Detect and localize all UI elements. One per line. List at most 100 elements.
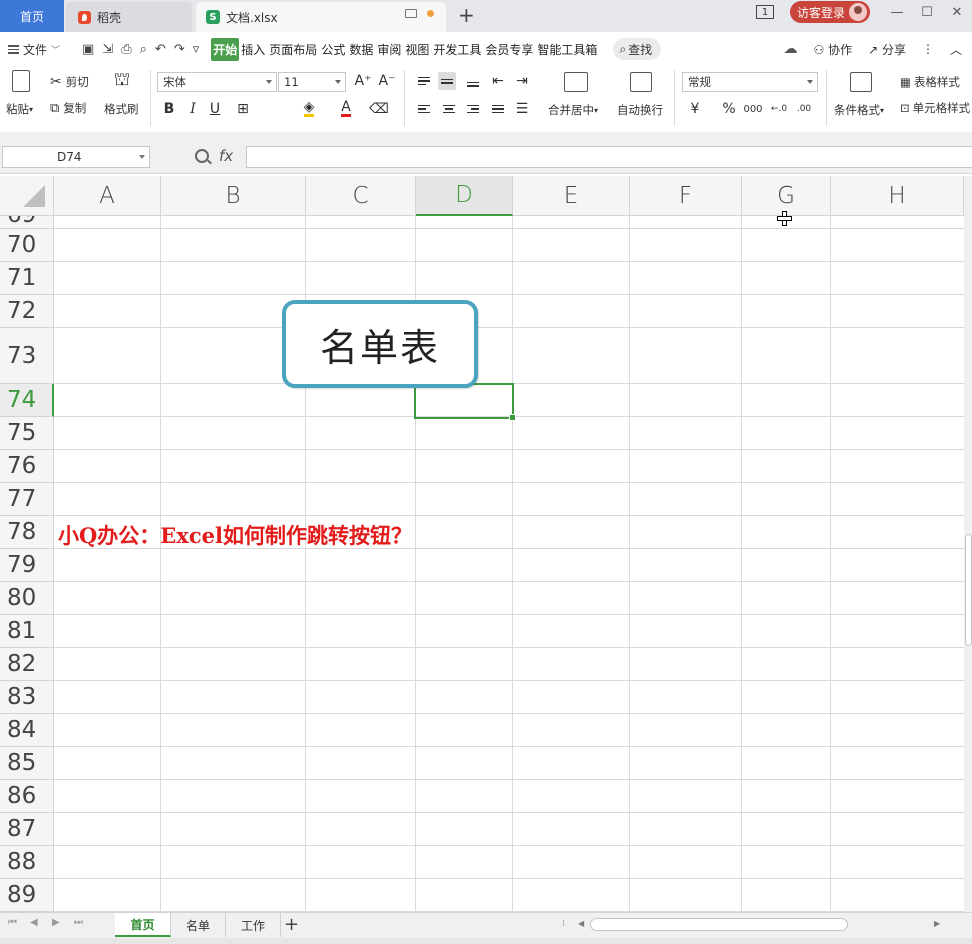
monitor-icon[interactable] bbox=[405, 9, 417, 18]
tab-page-layout[interactable]: 页面布局 bbox=[267, 38, 319, 61]
fx-icon[interactable]: fx bbox=[219, 147, 233, 165]
decrease-decimal-icon[interactable]: .00 bbox=[795, 100, 813, 118]
column-header-e[interactable]: E bbox=[513, 176, 630, 216]
table-style-button[interactable]: ▦ 表格样式 bbox=[900, 74, 960, 90]
print-preview-icon[interactable]: ⌕ bbox=[140, 42, 147, 57]
active-cell-d74[interactable] bbox=[414, 383, 516, 421]
tab-formulas[interactable]: 公式 bbox=[319, 38, 347, 61]
undo-icon[interactable]: ↶ bbox=[155, 42, 166, 57]
share-button[interactable]: ↗ 分享 bbox=[868, 41, 906, 58]
column-header-c[interactable]: C bbox=[306, 176, 416, 216]
paste-button[interactable]: 粘贴 ▾ bbox=[6, 101, 33, 117]
tab-home[interactable]: 首页 bbox=[0, 0, 64, 32]
export-icon[interactable]: ⇲ bbox=[102, 42, 113, 57]
redo-icon[interactable]: ↷ bbox=[174, 42, 185, 57]
row-header-71[interactable]: 71 bbox=[0, 262, 54, 295]
cell-style-button[interactable]: ⊡ 单元格样式 bbox=[900, 100, 970, 116]
hscroll-divider-icon[interactable]: ⁞ bbox=[562, 919, 565, 929]
format-painter-button[interactable]: 格式刷 bbox=[104, 101, 139, 117]
underline-icon[interactable]: U bbox=[206, 100, 224, 118]
align-bottom-icon[interactable] bbox=[464, 72, 482, 90]
vertical-scroll-thumb[interactable] bbox=[965, 534, 972, 646]
row-header-80[interactable]: 80 bbox=[0, 582, 54, 615]
vertical-scrollbar[interactable] bbox=[964, 176, 972, 912]
align-left-icon[interactable] bbox=[415, 100, 433, 118]
sheet-tab-home[interactable]: 首页 bbox=[115, 913, 171, 937]
window-count-badge[interactable]: 1 bbox=[756, 5, 774, 19]
row-header-84[interactable]: 84 bbox=[0, 714, 54, 747]
italic-icon[interactable]: I bbox=[184, 100, 202, 118]
increase-decimal-icon[interactable]: ←.0 bbox=[770, 100, 788, 118]
fill-color-icon[interactable]: ◈ bbox=[300, 100, 318, 118]
maximize-button[interactable]: ☐ bbox=[912, 5, 942, 20]
merge-center-icon[interactable] bbox=[564, 72, 588, 92]
file-menu[interactable]: 文件 ﹀ bbox=[8, 41, 60, 58]
more-icon[interactable]: ⋮ bbox=[922, 42, 934, 56]
row-header-74[interactable]: 74 bbox=[0, 384, 54, 417]
name-box[interactable]: D74 bbox=[2, 146, 150, 168]
increase-font-icon[interactable]: A⁺ bbox=[354, 72, 372, 90]
column-header-g[interactable]: G bbox=[742, 176, 831, 216]
row-header-86[interactable]: 86 bbox=[0, 780, 54, 813]
row-header-75[interactable]: 75 bbox=[0, 417, 54, 450]
wrap-text-icon[interactable] bbox=[630, 72, 652, 92]
row-header-69[interactable]: 69 bbox=[0, 216, 54, 229]
row-header-78[interactable]: 78 bbox=[0, 516, 54, 549]
tab-data[interactable]: 数据 bbox=[347, 38, 375, 61]
indent-increase-icon[interactable]: ⇥ bbox=[513, 72, 531, 90]
tab-view[interactable]: 视图 bbox=[403, 38, 431, 61]
tab-smart-toolbox[interactable]: 智能工具箱 bbox=[535, 38, 599, 61]
column-header-f[interactable]: F bbox=[630, 176, 742, 216]
border-icon[interactable]: ⊞ bbox=[234, 100, 252, 118]
format-painter-icon[interactable]: ⛫ bbox=[113, 69, 131, 90]
align-middle-icon[interactable] bbox=[438, 72, 456, 90]
bold-icon[interactable]: B bbox=[160, 100, 178, 118]
scroll-left-icon[interactable]: ◀ bbox=[578, 919, 584, 928]
formula-input[interactable] bbox=[246, 146, 972, 168]
decrease-font-icon[interactable]: A⁻ bbox=[378, 72, 396, 90]
column-header-b[interactable]: B bbox=[161, 176, 306, 216]
tab-start[interactable]: 开始 bbox=[211, 37, 240, 61]
add-sheet-button[interactable]: + bbox=[284, 914, 299, 935]
font-size-select[interactable]: 11 bbox=[278, 72, 346, 92]
align-center-icon[interactable] bbox=[440, 100, 458, 118]
row-header-85[interactable]: 85 bbox=[0, 747, 54, 780]
conditional-format-button[interactable]: 条件格式 ▾ bbox=[834, 102, 884, 118]
sheet-nav-last-icon[interactable]: ⏭ bbox=[74, 917, 83, 928]
name-list-button-shape[interactable]: 名单表 bbox=[282, 300, 478, 388]
sheet-nav-next-icon[interactable]: ▶ bbox=[52, 917, 60, 928]
row-header-83[interactable]: 83 bbox=[0, 681, 54, 714]
align-top-icon[interactable] bbox=[415, 72, 433, 90]
column-header-a[interactable]: A bbox=[54, 176, 161, 216]
distributed-align-icon[interactable]: ☰ bbox=[513, 100, 531, 118]
column-header-h[interactable]: H bbox=[831, 176, 964, 216]
row-header-88[interactable]: 88 bbox=[0, 846, 54, 879]
scroll-right-icon[interactable]: ▶ bbox=[934, 919, 940, 928]
merge-center-button[interactable]: 合并居中 ▾ bbox=[548, 102, 598, 118]
currency-icon[interactable]: ¥ bbox=[686, 100, 704, 118]
cut-button[interactable]: ✂ 剪切 bbox=[50, 74, 89, 90]
indent-decrease-icon[interactable]: ⇤ bbox=[489, 72, 507, 90]
tab-review[interactable]: 审阅 bbox=[375, 38, 403, 61]
number-format-select[interactable]: 常规 bbox=[682, 72, 818, 92]
save-icon[interactable]: ▣ bbox=[82, 42, 94, 57]
print-icon[interactable]: ⎙ bbox=[121, 42, 131, 57]
tab-developer[interactable]: 开发工具 bbox=[431, 38, 483, 61]
select-all-corner[interactable] bbox=[0, 176, 54, 216]
tab-member[interactable]: 会员专享 bbox=[483, 38, 535, 61]
sheet-nav-first-icon[interactable]: ⏮ bbox=[8, 917, 17, 928]
copy-button[interactable]: ⧉ 复制 bbox=[50, 100, 86, 116]
conditional-format-icon[interactable] bbox=[850, 72, 872, 92]
zoom-icon[interactable] bbox=[195, 149, 209, 163]
paste-icon[interactable] bbox=[12, 70, 30, 92]
horizontal-scroll-thumb[interactable] bbox=[590, 918, 848, 931]
new-tab-button[interactable]: + bbox=[458, 4, 475, 26]
row-header-81[interactable]: 81 bbox=[0, 615, 54, 648]
tab-document[interactable]: S 文档.xlsx bbox=[196, 2, 446, 32]
sheet-nav-prev-icon[interactable]: ◀ bbox=[30, 917, 38, 928]
row-header-73[interactable]: 73 bbox=[0, 328, 54, 384]
cloud-sync-icon[interactable]: ☁ bbox=[783, 41, 797, 57]
minimize-button[interactable]: — bbox=[882, 5, 912, 20]
clear-format-icon[interactable]: ⌫ bbox=[369, 100, 389, 118]
thousands-icon[interactable]: 000 bbox=[743, 100, 762, 118]
